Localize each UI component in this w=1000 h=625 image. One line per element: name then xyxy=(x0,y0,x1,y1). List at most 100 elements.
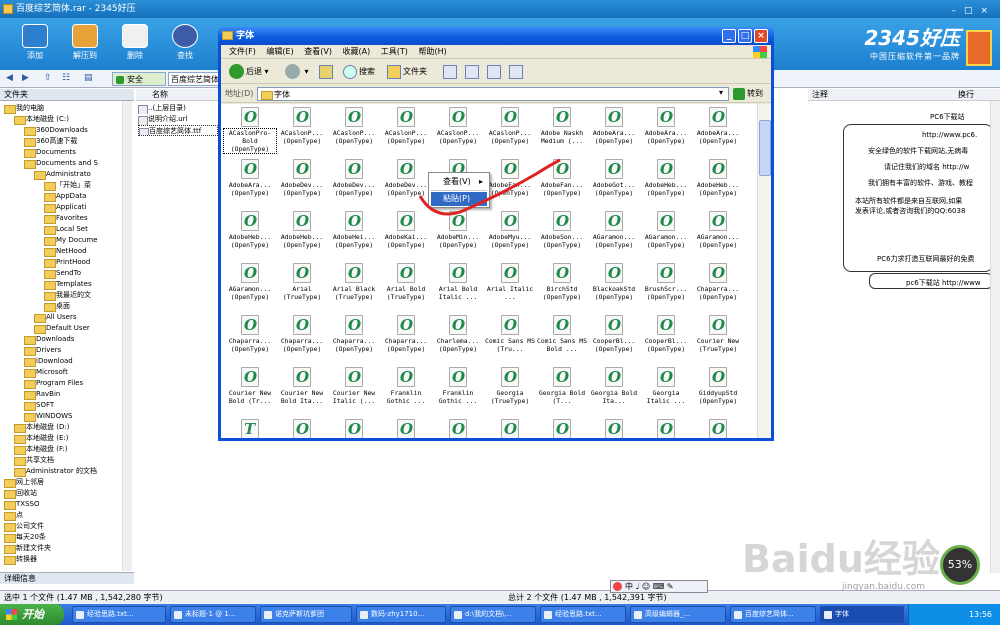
font-file-item[interactable]: CooperBl... (OpenType) xyxy=(588,315,640,367)
tree-node[interactable]: AppData xyxy=(44,191,86,202)
forward-arrow-icon[interactable]: ▶ xyxy=(22,73,29,83)
font-file-item[interactable]: AdobeDev... (OpenType) xyxy=(276,159,328,211)
tree-node[interactable]: SendTo xyxy=(44,268,81,279)
font-file-item[interactable]: AdobeHeb... (OpenType) xyxy=(276,211,328,263)
tree-node[interactable]: 公司文件 xyxy=(4,521,44,532)
context-paste-item[interactable]: 粘贴(P) xyxy=(431,192,487,206)
up-button[interactable] xyxy=(319,64,335,80)
font-file-item[interactable]: Arial (TrueType) xyxy=(276,263,328,315)
tree-node[interactable]: 网上邻居 xyxy=(4,477,44,488)
tree-node[interactable]: 我最近的文 xyxy=(44,290,91,301)
minimize-button[interactable]: _ xyxy=(722,29,736,43)
menu-edit[interactable]: 编辑(E) xyxy=(266,47,293,56)
archive-path[interactable]: 百度综艺简体 xyxy=(168,72,220,86)
taskbar-item[interactable]: d:\我的文档\... xyxy=(450,606,536,623)
font-file-item[interactable]: BirchStd (OpenType) xyxy=(536,263,588,315)
list-item-url[interactable]: 说明介绍.url xyxy=(138,114,218,125)
tree-node[interactable]: 本地磁盘 (F:) xyxy=(14,444,68,455)
close-button[interactable]: × xyxy=(754,29,768,43)
font-file-item[interactable]: AdobeHei... (OpenType) xyxy=(328,211,380,263)
font-file-item[interactable] xyxy=(328,419,380,438)
font-file-item[interactable]: AdobeHeb... (OpenType) xyxy=(640,159,692,211)
font-file-item[interactable]: AGaramon... (OpenType) xyxy=(692,211,744,263)
font-file-item[interactable]: Arial Bold (TrueType) xyxy=(380,263,432,315)
font-file-item[interactable]: AdobeHeb... (OpenType) xyxy=(692,159,744,211)
back-button[interactable]: 后退 ▾ xyxy=(229,64,269,80)
font-file-item[interactable]: AdobeKai... (OpenType) xyxy=(380,211,432,263)
tree-node[interactable]: 转换器 xyxy=(4,554,37,565)
delete-button[interactable]: 删除 xyxy=(112,20,158,68)
vertical-scrollbar[interactable] xyxy=(757,104,771,438)
font-file-item[interactable] xyxy=(380,419,432,438)
font-file-item[interactable] xyxy=(588,419,640,438)
tree-scrollbar[interactable] xyxy=(122,101,132,571)
tree-node[interactable]: Templates xyxy=(44,279,92,290)
tree-node[interactable]: 共享文档 xyxy=(14,455,54,466)
font-file-item[interactable]: AdobeMin... (OpenType) xyxy=(432,211,484,263)
font-file-item[interactable]: AdobeFan... (OpenType) xyxy=(484,159,536,211)
font-file-item[interactable]: CooperBl... (OpenType) xyxy=(640,315,692,367)
font-file-item[interactable]: AGaramon... (OpenType) xyxy=(640,211,692,263)
tree-node[interactable]: My Docume xyxy=(44,235,98,246)
tree-node[interactable]: PrintHood xyxy=(44,257,90,268)
tree-node[interactable]: Administrator 的文档 xyxy=(14,466,97,477)
tree-node[interactable]: Microsoft xyxy=(24,367,68,378)
tree-node[interactable]: Applicati xyxy=(44,202,86,213)
font-file-item[interactable]: AdobeAra... (OpenType) xyxy=(224,159,276,211)
tree-node[interactable]: 新建文件夹 xyxy=(4,543,51,554)
up-folder-icon[interactable]: ⇧ xyxy=(44,73,52,83)
extract-button[interactable]: 解压到 xyxy=(62,20,108,68)
tree-node[interactable]: SOFT xyxy=(24,400,54,411)
font-file-item[interactable]: Arial Bold Italic ... xyxy=(432,263,484,315)
context-view-item[interactable]: 查看(V) xyxy=(431,175,487,189)
font-file-item[interactable]: Arial Italic ... xyxy=(484,263,536,315)
start-button[interactable]: 开始 xyxy=(0,604,64,625)
font-file-item[interactable]: AdobeDev... (OpenType) xyxy=(380,159,432,211)
go-button[interactable]: 转到 xyxy=(733,87,769,101)
tree-node[interactable]: Downloads xyxy=(24,334,74,345)
tree-node[interactable]: NetHood xyxy=(44,246,87,257)
font-file-item[interactable]: Courier New Italic (... xyxy=(328,367,380,419)
font-file-item[interactable]: AdobeAra... (OpenType) xyxy=(588,107,640,159)
font-file-item[interactable]: GiddyupStd (OpenType) xyxy=(692,367,744,419)
tree-node[interactable]: 回收站 xyxy=(4,488,37,499)
view-list[interactable] xyxy=(465,64,481,80)
font-file-item[interactable]: Adobe Naskh Medium (... xyxy=(536,107,588,159)
menu-tools[interactable]: 工具(T) xyxy=(381,47,408,56)
font-file-item[interactable]: AdobeMyu... (OpenType) xyxy=(484,211,536,263)
font-file-item[interactable]: AdobeHeb... (OpenType) xyxy=(224,211,276,263)
font-file-item[interactable]: Georgia Italic ... xyxy=(640,367,692,419)
font-file-item[interactable]: AGaramon... (OpenType) xyxy=(224,263,276,315)
font-file-item[interactable]: BlackoakStd (OpenType) xyxy=(588,263,640,315)
view-large-icons[interactable] xyxy=(443,64,459,80)
font-file-item[interactable]: Arial Black (TrueType) xyxy=(328,263,380,315)
font-file-item[interactable] xyxy=(276,419,328,438)
tree-node[interactable]: 每天20条 xyxy=(4,532,46,543)
tree-node[interactable]: 360Downloads xyxy=(24,125,88,136)
font-file-item[interactable]: AGaramon... (OpenType) xyxy=(588,211,640,263)
taskbar-item[interactable]: 高级编辑器_... xyxy=(630,606,726,623)
taskbar-item[interactable]: 经验思路.txt... xyxy=(72,606,166,623)
font-file-item[interactable]: ACaslonP... (OpenType) xyxy=(432,107,484,159)
font-file-item[interactable]: AdobeDev... (OpenType) xyxy=(328,159,380,211)
tree-node[interactable]: Documents and S xyxy=(24,158,98,169)
tree-node[interactable]: Local Set xyxy=(44,224,88,235)
menu-file[interactable]: 文件(F) xyxy=(229,47,256,56)
wrap-checkbox[interactable]: 换行 xyxy=(958,89,974,101)
tree-node[interactable]: Default User xyxy=(34,323,90,334)
font-file-item[interactable]: ACaslonP... (OpenType) xyxy=(380,107,432,159)
font-file-item[interactable]: AdobeAra... (OpenType) xyxy=(640,107,692,159)
font-file-item[interactable]: ACaslonPro-Bold (OpenType) xyxy=(223,107,277,159)
forward-button[interactable]: ▾ xyxy=(285,64,309,80)
tree-node[interactable]: RavBin xyxy=(24,389,60,400)
window-title-bar[interactable]: 字体 _ □ × xyxy=(218,27,774,45)
font-file-item[interactable]: ACaslonP... (OpenType) xyxy=(276,107,328,159)
menu-help[interactable]: 帮助(H) xyxy=(418,47,446,56)
tree-node[interactable]: All Users xyxy=(34,312,77,323)
view-mode-icon[interactable]: ☷ xyxy=(62,73,70,83)
font-file-item[interactable]: Chaparra... (OpenType) xyxy=(692,263,744,315)
font-file-item[interactable]: Charlema... (OpenType) xyxy=(432,315,484,367)
tree-node[interactable]: WINDOWS xyxy=(24,411,73,422)
font-file-item[interactable]: Chaparra... (OpenType) xyxy=(276,315,328,367)
taskbar-item[interactable]: 经验思路.txt... xyxy=(540,606,626,623)
